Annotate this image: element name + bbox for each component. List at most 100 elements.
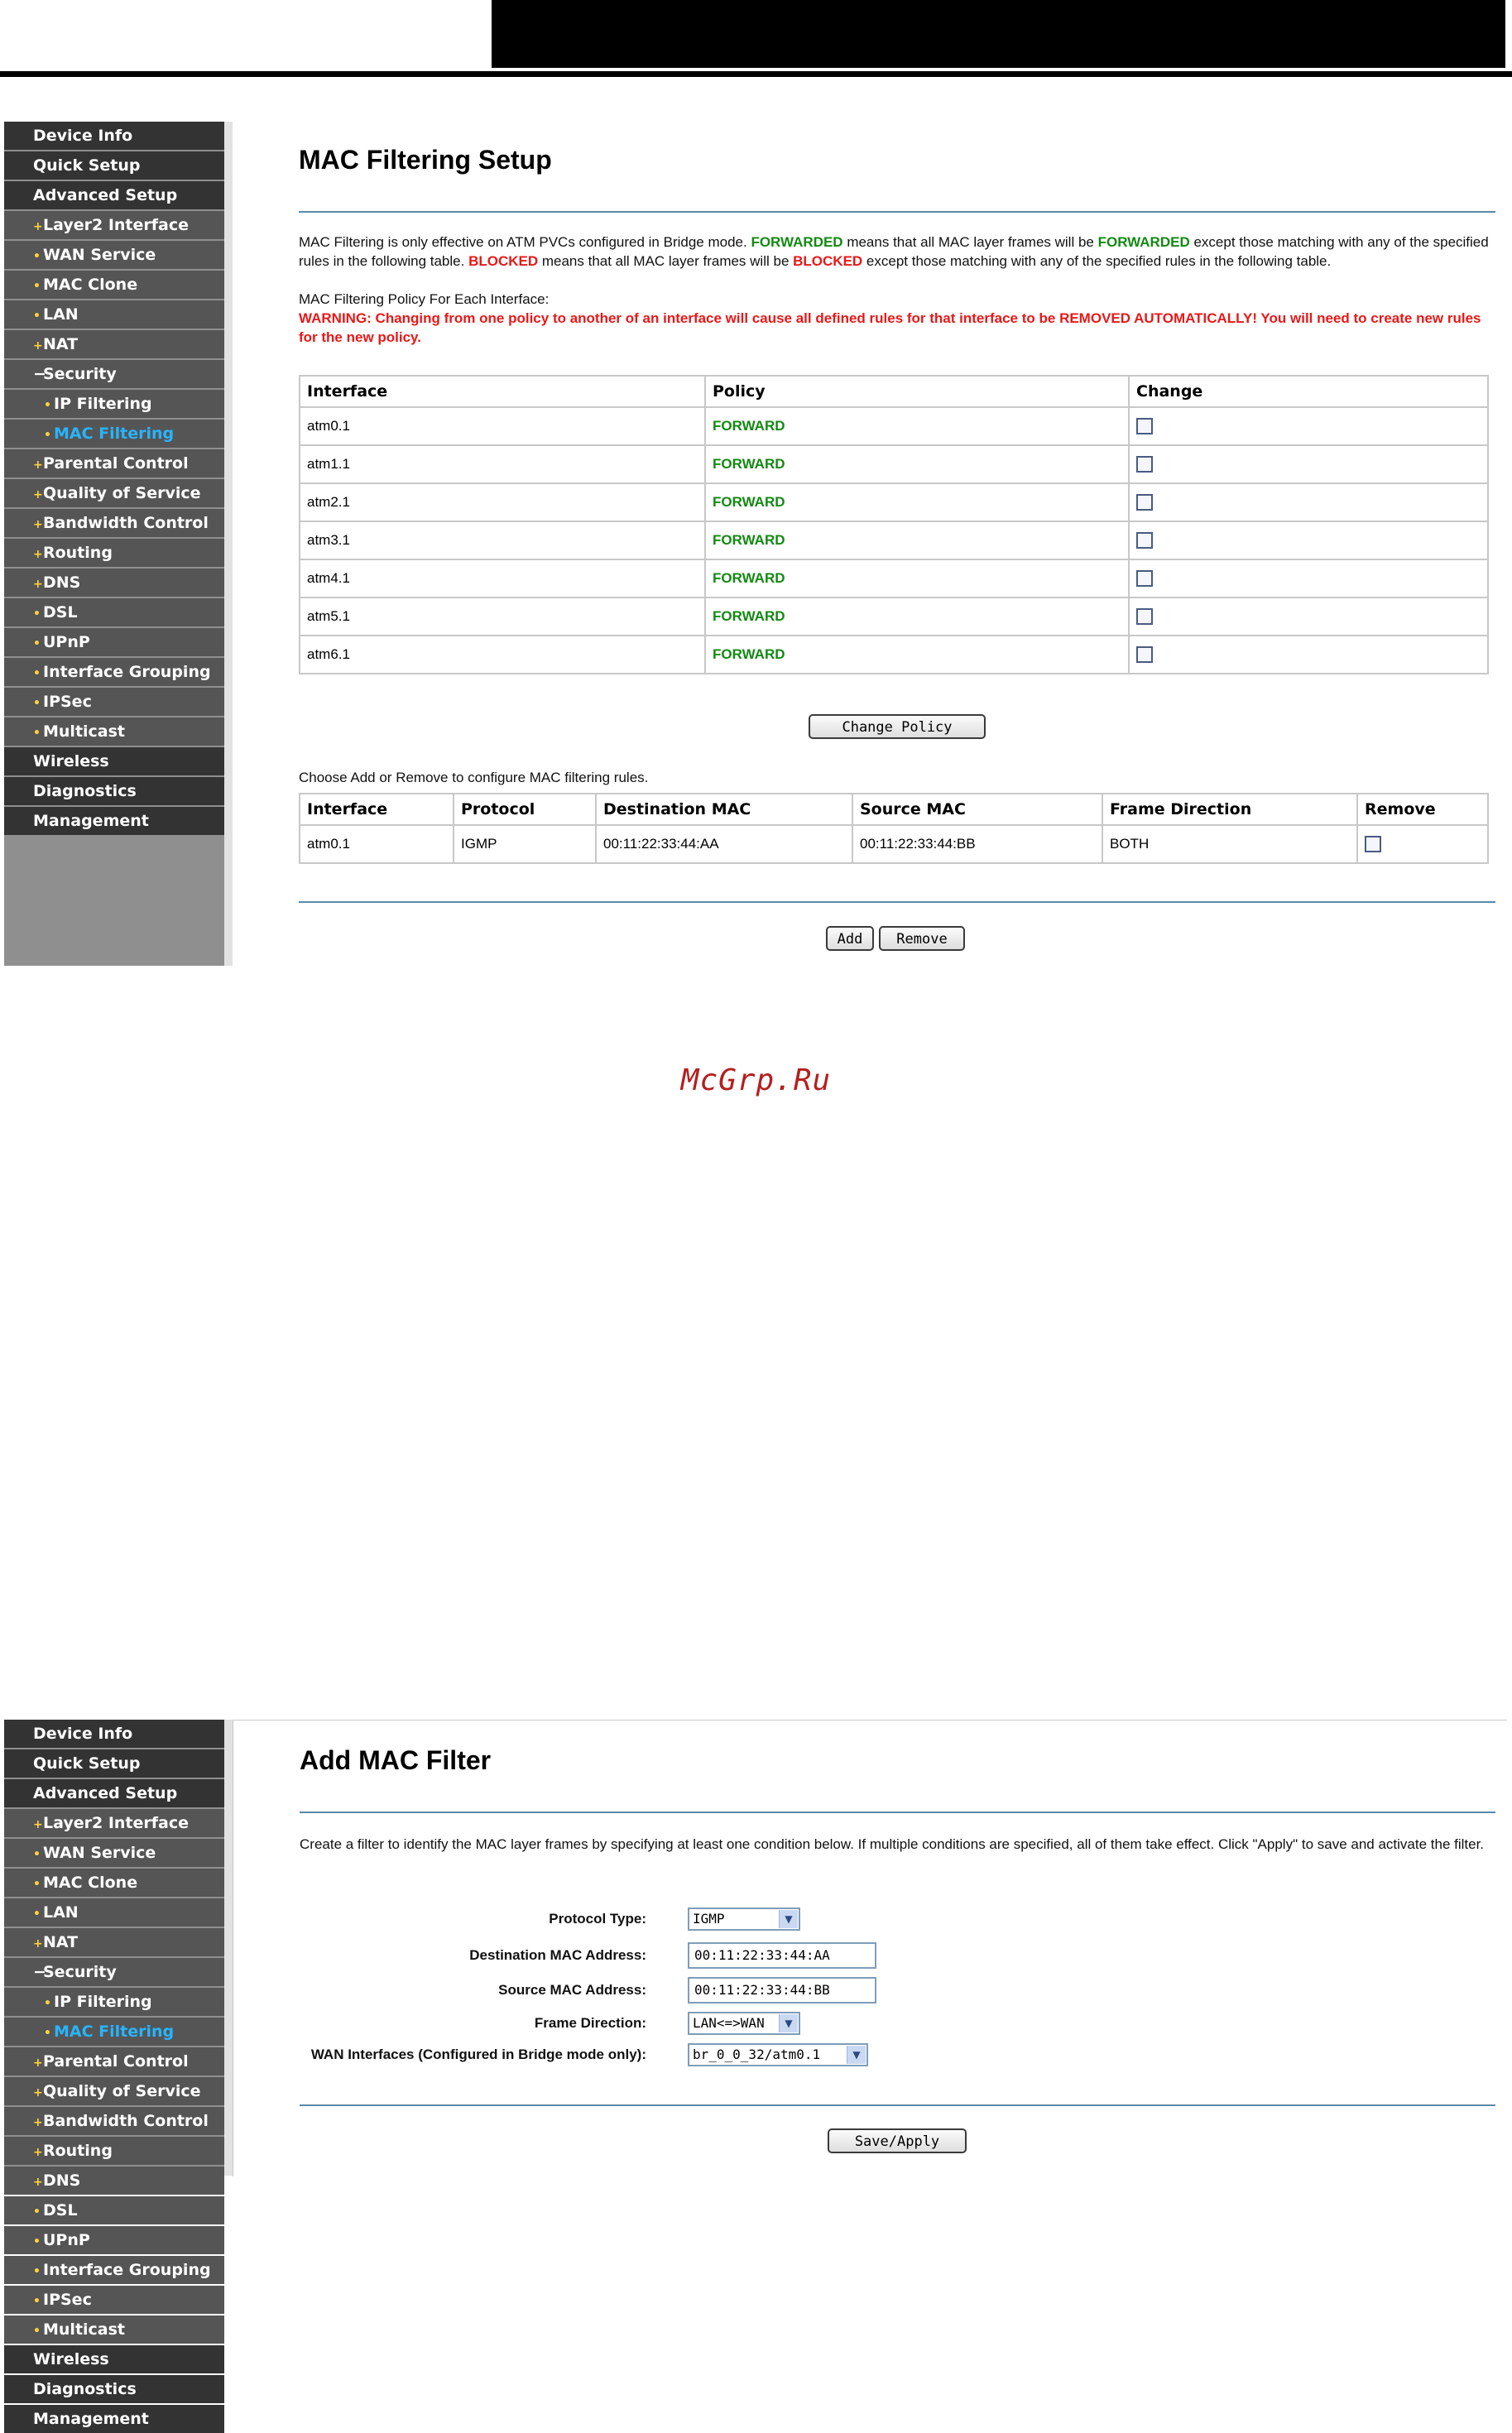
destination-mac-input[interactable]: 00:11:22:33:44:AA (688, 1942, 876, 1969)
table-row: atm3.1 FORWARD (299, 521, 1489, 560)
sidebar-item-wan-service[interactable]: • WAN Service (4, 241, 224, 269)
policy-heading: MAC Filtering Policy For Each Interface: (299, 291, 550, 307)
sidebar-item-quick-setup[interactable]: Quick Setup (4, 151, 224, 180)
sidebar-item-security[interactable]: −Security (4, 360, 224, 388)
sidebar-item-parental-control[interactable]: +Parental Control (4, 449, 224, 477)
sidebar-item-interface-grouping[interactable]: • Interface Grouping (4, 658, 224, 686)
change-policy-button[interactable]: Change Policy (809, 714, 986, 739)
source-mac-input[interactable]: 00:11:22:33:44:BB (688, 1977, 876, 2004)
bullet-dot-icon: • (33, 1908, 41, 1921)
sidebar-item-routing[interactable]: +Routing (4, 539, 224, 567)
change-checkbox[interactable] (1136, 646, 1153, 664)
sidebar-item-label: IP Filtering (54, 1993, 152, 2011)
sidebar-item-management[interactable]: Management (4, 2405, 224, 2433)
sidebar-item-upnp[interactable]: • UPnP (4, 2226, 224, 2254)
intro-part: MAC Filtering is only effective on ATM P… (299, 234, 751, 250)
bullet-dot-icon: • (44, 1997, 51, 2010)
sidebar-item-dns[interactable]: +DNS (4, 2167, 224, 2195)
sidebar-item-ipsec[interactable]: • IPSec (4, 688, 224, 716)
change-checkbox[interactable] (1136, 608, 1153, 626)
sidebar-item-layer2-interface[interactable]: +Layer2 Interface (4, 211, 224, 239)
sidebar-item-nat[interactable]: +NAT (4, 1928, 224, 1956)
protocol-type-select[interactable]: IGMP ▼ (688, 1908, 800, 1931)
policy-table: Interface Policy Change atm0.1 FORWARD atm… (299, 375, 1489, 674)
save-apply-button[interactable]: Save/Apply (828, 2128, 967, 2153)
sidebar-separator (224, 122, 233, 966)
sidebar-item-lan[interactable]: • LAN (4, 1898, 224, 1927)
bullet-dot-icon: • (33, 310, 41, 323)
wan-interfaces-select[interactable]: br_0_0_32/atm0.1 ▼ (688, 2043, 868, 2066)
sidebar-item-advanced-setup[interactable]: Advanced Setup (4, 1779, 224, 1807)
collapse-minus-icon: − (33, 365, 46, 383)
sidebar-item-nat[interactable]: +NAT (4, 330, 224, 358)
sidebar-item-bandwidth-control[interactable]: +Bandwidth Control (4, 2107, 224, 2135)
bullet-dot-icon: • (33, 1878, 41, 1891)
wan-interfaces-label: WAN Interfaces (Configured in Bridge mod… (310, 2047, 646, 2062)
sidebar-item-label: NAT (43, 335, 79, 353)
sidebar-item-label: Layer2 Interface (43, 216, 189, 234)
remove-button[interactable]: Remove (879, 926, 965, 951)
sidebar-item-ip-filtering[interactable]: • IP Filtering (4, 390, 224, 418)
remove-checkbox[interactable] (1365, 836, 1381, 853)
sidebar-item-quick-setup[interactable]: Quick Setup (4, 1749, 224, 1778)
sidebar-item-mac-filtering[interactable]: • MAC Filtering (4, 420, 224, 448)
sidebar-item-bandwidth-control[interactable]: +Bandwidth Control (4, 509, 224, 537)
sidebar-item-label: Diagnostics (33, 2380, 137, 2398)
change-checkbox[interactable] (1136, 456, 1153, 473)
sidebar-item-interface-grouping[interactable]: • Interface Grouping (4, 2256, 224, 2284)
sidebar-item-wireless[interactable]: Wireless (4, 2345, 224, 2373)
sidebar-item-security[interactable]: −Security (4, 1958, 224, 1986)
sidebar-item-mac-clone[interactable]: • MAC Clone (4, 271, 224, 299)
sidebar-item-label: UPnP (43, 633, 90, 651)
sidebar-item-ipsec[interactable]: • IPSec (4, 2286, 224, 2314)
sidebar-item-wan-service[interactable]: • WAN Service (4, 1839, 224, 1867)
sidebar-item-multicast[interactable]: • Multicast (4, 717, 224, 746)
sidebar-item-ip-filtering[interactable]: • IP Filtering (4, 1988, 224, 2016)
change-checkbox[interactable] (1136, 532, 1153, 549)
sidebar-item-dns[interactable]: +DNS (4, 569, 224, 597)
sidebar-item-upnp[interactable]: • UPnP (4, 628, 224, 656)
change-checkbox[interactable] (1136, 570, 1153, 588)
chevron-down-icon: ▼ (847, 2046, 866, 2064)
sidebar-item-device-info[interactable]: Device Info (4, 1720, 224, 1748)
change-checkbox[interactable] (1136, 494, 1153, 511)
sidebar-item-mac-filtering[interactable]: • MAC Filtering (4, 2018, 224, 2046)
mac-filtering-setup-panel: Device Info Quick Setup Advanced Setup +Lay… (4, 122, 1507, 966)
sidebar-item-diagnostics[interactable]: Diagnostics (4, 2375, 224, 2403)
chevron-down-icon: ▼ (779, 1910, 798, 1928)
sidebar-item-layer2-interface[interactable]: +Layer2 Interface (4, 1809, 224, 1837)
sidebar-item-label: Interface Grouping (43, 2261, 211, 2279)
sidebar-item-quality-of-service[interactable]: +Quality of Service (4, 479, 224, 507)
sidebar-item-label: Quality of Service (43, 2082, 201, 2100)
change-checkbox[interactable] (1136, 418, 1153, 435)
bullet-dot-icon: • (33, 2295, 41, 2308)
intro-text: Create a filter to identify the MAC laye… (300, 1836, 1485, 1852)
sidebar-item-diagnostics[interactable]: Diagnostics (4, 777, 224, 805)
sidebar-item-dsl[interactable]: • DSL (4, 598, 224, 626)
expand-plus-icon: + (33, 548, 43, 561)
expand-plus-icon: + (33, 488, 43, 501)
table-row: atm2.1 FORWARD (299, 482, 1489, 522)
rules-table: Interface Protocol Destination MAC Sourc… (299, 793, 1489, 864)
expand-plus-icon: + (33, 1937, 43, 1951)
frame-direction-select[interactable]: LAN<=>WAN ▼ (688, 2012, 800, 2035)
sidebar-item-lan[interactable]: • LAN (4, 300, 224, 329)
add-button[interactable]: Add (826, 926, 874, 951)
sidebar-item-label: Wireless (33, 2350, 109, 2368)
sidebar-item-device-info[interactable]: Device Info (4, 122, 224, 150)
sidebar-item-multicast[interactable]: • Multicast (4, 2315, 224, 2344)
sidebar-item-label: Routing (43, 2142, 113, 2160)
sidebar-item-advanced-setup[interactable]: Advanced Setup (4, 181, 224, 209)
sidebar-item-quality-of-service[interactable]: +Quality of Service (4, 2077, 224, 2105)
sidebar-item-routing[interactable]: +Routing (4, 2137, 224, 2165)
sidebar-item-wireless[interactable]: Wireless (4, 747, 224, 775)
sidebar-item-dsl[interactable]: • DSL (4, 2196, 224, 2224)
interface-cell: atm3.1 (299, 521, 706, 560)
sidebar-item-label: IPSec (43, 693, 92, 711)
sidebar-item-management[interactable]: Management (4, 807, 224, 835)
interface-cell: atm5.1 (299, 597, 706, 636)
sidebar-item-parental-control[interactable]: +Parental Control (4, 2047, 224, 2075)
sidebar-item-label: Security (43, 365, 117, 383)
sidebar-item-mac-clone[interactable]: • MAC Clone (4, 1869, 224, 1897)
policy-cell: FORWARD (704, 597, 1130, 636)
